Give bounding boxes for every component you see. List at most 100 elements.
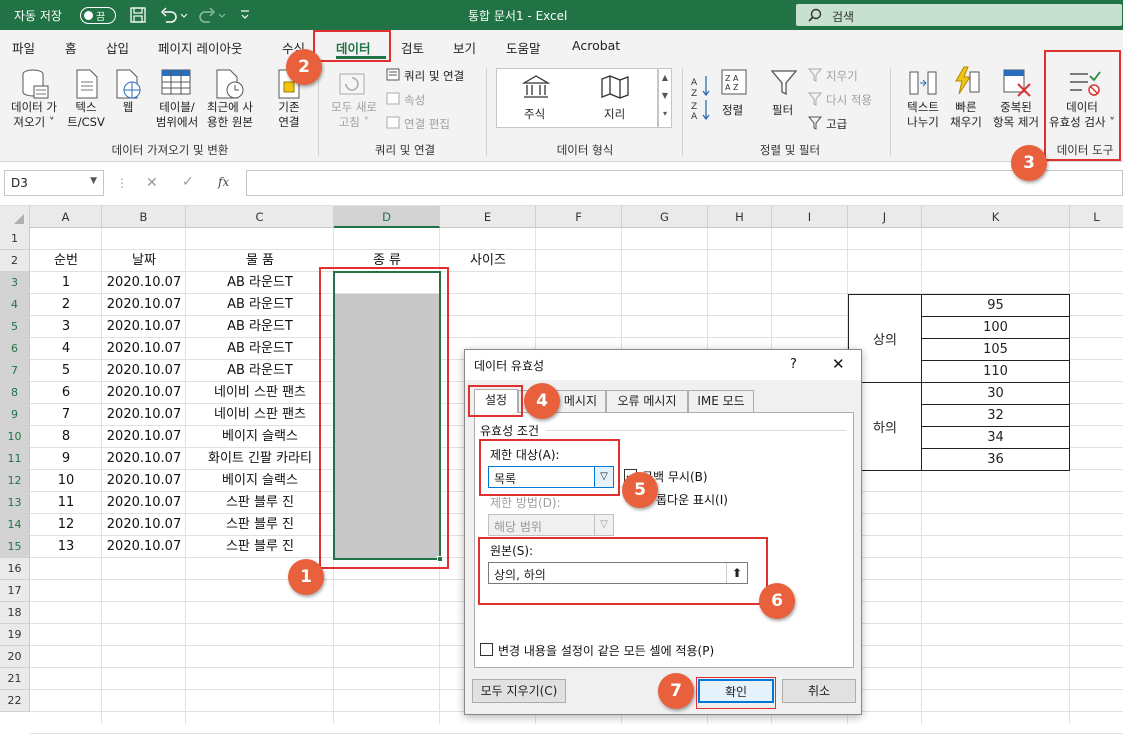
- row-header[interactable]: 11: [0, 448, 30, 470]
- size-cell[interactable]: 100: [921, 316, 1070, 339]
- row-header[interactable]: 14: [0, 514, 30, 536]
- cell-sequence[interactable]: 13: [30, 536, 102, 558]
- cell-date[interactable]: 2020.10.07: [102, 360, 186, 382]
- gallery-scroll[interactable]: ▲ ▼ ▾: [658, 68, 672, 128]
- cell-sequence[interactable]: 8: [30, 426, 102, 448]
- row-header[interactable]: 6: [0, 338, 30, 360]
- cell-item[interactable]: AB 라운드T: [186, 294, 334, 316]
- properties-button[interactable]: 속성: [404, 92, 425, 108]
- size-cell[interactable]: 110: [921, 360, 1070, 383]
- size-cell[interactable]: 36: [921, 448, 1070, 471]
- column-header-j[interactable]: J: [848, 206, 922, 228]
- row-header[interactable]: 13: [0, 492, 30, 514]
- cell-date[interactable]: 2020.10.07: [102, 536, 186, 558]
- cell-item[interactable]: 베이지 슬랙스: [186, 470, 334, 492]
- cell-item[interactable]: 베이지 슬랙스: [186, 426, 334, 448]
- cell-sequence[interactable]: 5: [30, 360, 102, 382]
- tab-help[interactable]: 도움말: [506, 38, 541, 57]
- cell-date[interactable]: 2020.10.07: [102, 404, 186, 426]
- cell-sequence[interactable]: 11: [30, 492, 102, 514]
- column-header-k[interactable]: K: [922, 206, 1070, 228]
- cell-date[interactable]: 2020.10.07: [102, 338, 186, 360]
- column-header-i[interactable]: I: [772, 206, 848, 228]
- cell-date[interactable]: 2020.10.07: [102, 492, 186, 514]
- recent-sources-button[interactable]: 최근에 사 용한 원본: [200, 100, 260, 130]
- existing-connections-button[interactable]: 기존 연결: [268, 100, 310, 130]
- row-header[interactable]: 8: [0, 382, 30, 404]
- cell-a2[interactable]: 순번: [30, 250, 102, 272]
- cell-date[interactable]: 2020.10.07: [102, 514, 186, 536]
- tab-home[interactable]: 홈: [65, 38, 77, 57]
- cell-item[interactable]: AB 라운드T: [186, 272, 334, 294]
- from-table-button[interactable]: 테이블/ 범위에서: [150, 100, 204, 130]
- cell-sequence[interactable]: 12: [30, 514, 102, 536]
- column-header-l[interactable]: L: [1070, 206, 1123, 228]
- cancel-button[interactable]: 취소: [782, 679, 856, 703]
- search-box[interactable]: 검색: [796, 4, 1122, 26]
- column-header-a[interactable]: A: [30, 206, 102, 228]
- sort-button[interactable]: 정렬: [722, 102, 743, 118]
- cell-item[interactable]: AB 라운드T: [186, 360, 334, 382]
- confirm-entry-icon[interactable]: ✓: [182, 174, 194, 190]
- cell-item[interactable]: 스판 블루 진: [186, 492, 334, 514]
- redo-icon[interactable]: [198, 7, 226, 23]
- apply-all-checkbox[interactable]: [480, 643, 493, 656]
- tab-acrobat[interactable]: Acrobat: [572, 38, 620, 53]
- row-header[interactable]: 7: [0, 360, 30, 382]
- column-header-e[interactable]: E: [440, 206, 536, 228]
- cell-item[interactable]: 네이비 스판 팬츠: [186, 404, 334, 426]
- cell-sequence[interactable]: 1: [30, 272, 102, 294]
- cell-c2[interactable]: 물 품: [186, 250, 334, 272]
- stocks-button[interactable]: 주식: [524, 106, 545, 122]
- filter-button[interactable]: 필터: [772, 102, 793, 118]
- geography-button[interactable]: 지리: [604, 106, 625, 122]
- dialog-help-button[interactable]: ?: [790, 357, 797, 372]
- row-header[interactable]: 20: [0, 646, 30, 668]
- cell-sequence[interactable]: 4: [30, 338, 102, 360]
- size-cell[interactable]: 95: [921, 294, 1070, 317]
- remove-duplicates-button[interactable]: 중복된 항목 제거: [986, 100, 1046, 130]
- flash-fill-button[interactable]: 빠른 채우기: [944, 100, 988, 130]
- size-cell[interactable]: 30: [921, 382, 1070, 405]
- row-header[interactable]: 18: [0, 602, 30, 624]
- name-box-dropdown-icon[interactable]: ▼: [90, 176, 97, 186]
- text-csv-button[interactable]: 텍스 트/CSV: [60, 100, 112, 130]
- column-header-c[interactable]: C: [186, 206, 334, 228]
- cell-e2[interactable]: 사이즈: [440, 250, 536, 272]
- clear-button[interactable]: 지우기: [826, 68, 858, 84]
- cell-item[interactable]: 스판 블루 진: [186, 514, 334, 536]
- data-dropdown-icon[interactable]: ▽: [594, 514, 614, 536]
- row-header[interactable]: 21: [0, 668, 30, 690]
- row-header[interactable]: 17: [0, 580, 30, 602]
- cell-item[interactable]: 스판 블루 진: [186, 536, 334, 558]
- cell-date[interactable]: 2020.10.07: [102, 448, 186, 470]
- cancel-entry-icon[interactable]: ✕: [146, 175, 158, 191]
- edit-links-button[interactable]: 연결 편집: [404, 116, 450, 132]
- name-box[interactable]: D3 ▼: [4, 170, 104, 196]
- queries-connections-button[interactable]: 쿼리 및 연결: [404, 68, 464, 84]
- customize-qat-icon[interactable]: [240, 9, 250, 21]
- row-header[interactable]: 5: [0, 316, 30, 338]
- size-cell[interactable]: 34: [921, 426, 1070, 449]
- tab-insert[interactable]: 삽입: [106, 38, 129, 57]
- row-header[interactable]: 22: [0, 690, 30, 712]
- column-header-b[interactable]: B: [102, 206, 186, 228]
- tab-view[interactable]: 보기: [453, 38, 476, 57]
- dialog-close-button[interactable]: ✕: [832, 355, 845, 373]
- row-header[interactable]: 1: [0, 228, 30, 250]
- cell-date[interactable]: 2020.10.07: [102, 470, 186, 492]
- cell-sequence[interactable]: 10: [30, 470, 102, 492]
- cell-item[interactable]: 화이트 긴팔 카라티: [186, 448, 334, 470]
- formula-input[interactable]: [246, 170, 1123, 196]
- row-header[interactable]: 12: [0, 470, 30, 492]
- row-header[interactable]: 10: [0, 426, 30, 448]
- tab-page-layout[interactable]: 페이지 레이아웃: [158, 38, 242, 57]
- cell-date[interactable]: 2020.10.07: [102, 426, 186, 448]
- cell-sequence[interactable]: 2: [30, 294, 102, 316]
- cell-sequence[interactable]: 3: [30, 316, 102, 338]
- column-header-h[interactable]: H: [708, 206, 772, 228]
- autosave-toggle[interactable]: 끔: [80, 7, 116, 24]
- dialog-tab-ime-mode[interactable]: IME 모드: [688, 390, 754, 412]
- size-cell[interactable]: 32: [921, 404, 1070, 427]
- size-cell[interactable]: 105: [921, 338, 1070, 361]
